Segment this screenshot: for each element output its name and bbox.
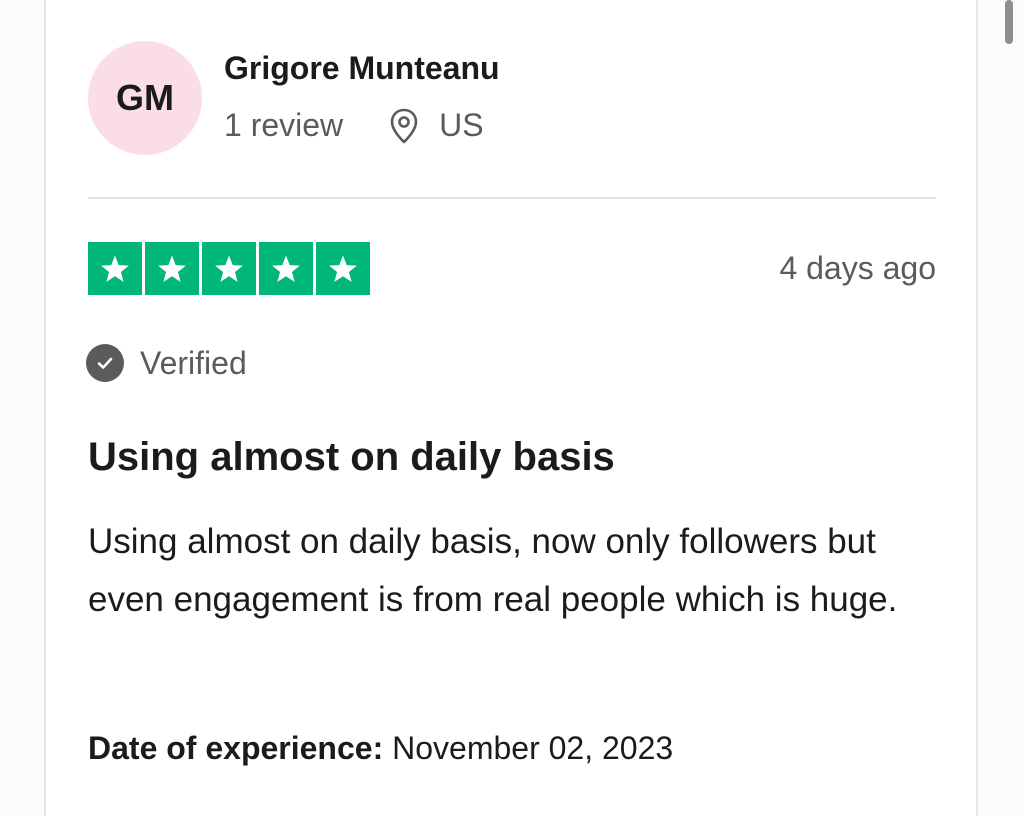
- date-of-experience-label: Date of experience:: [88, 730, 384, 766]
- star-icon: [88, 242, 142, 295]
- star-icon: [145, 242, 199, 295]
- verified-label: Verified: [140, 344, 247, 381]
- review-age: 4 days ago: [779, 250, 936, 286]
- star-icon: [202, 242, 256, 295]
- location-pin-icon: [389, 108, 421, 144]
- check-circle-icon: [86, 344, 124, 382]
- page: GM Grigore Munteanu 1 review US 4 days a…: [0, 0, 1024, 816]
- avatar-initials: GM: [116, 77, 174, 118]
- star-rating: [88, 242, 370, 295]
- verified-badge[interactable]: Verified: [86, 344, 247, 382]
- reviewer-name[interactable]: Grigore Munteanu: [224, 50, 500, 87]
- date-of-experience-value: November 02, 2023: [392, 730, 674, 766]
- date-of-experience: Date of experience: November 02, 2023: [88, 730, 673, 767]
- star-icon: [316, 242, 370, 295]
- scrollbar[interactable]: [1005, 0, 1013, 44]
- avatar[interactable]: GM: [88, 41, 202, 155]
- review-title[interactable]: Using almost on daily basis: [88, 435, 615, 480]
- review-body: Using almost on daily basis, now only fo…: [88, 522, 898, 619]
- reviewer-country: US: [439, 107, 484, 143]
- reviewer-meta: 1 review US: [224, 107, 484, 144]
- divider: [88, 197, 936, 199]
- star-icon: [259, 242, 313, 295]
- review-count: 1 review: [224, 107, 344, 143]
